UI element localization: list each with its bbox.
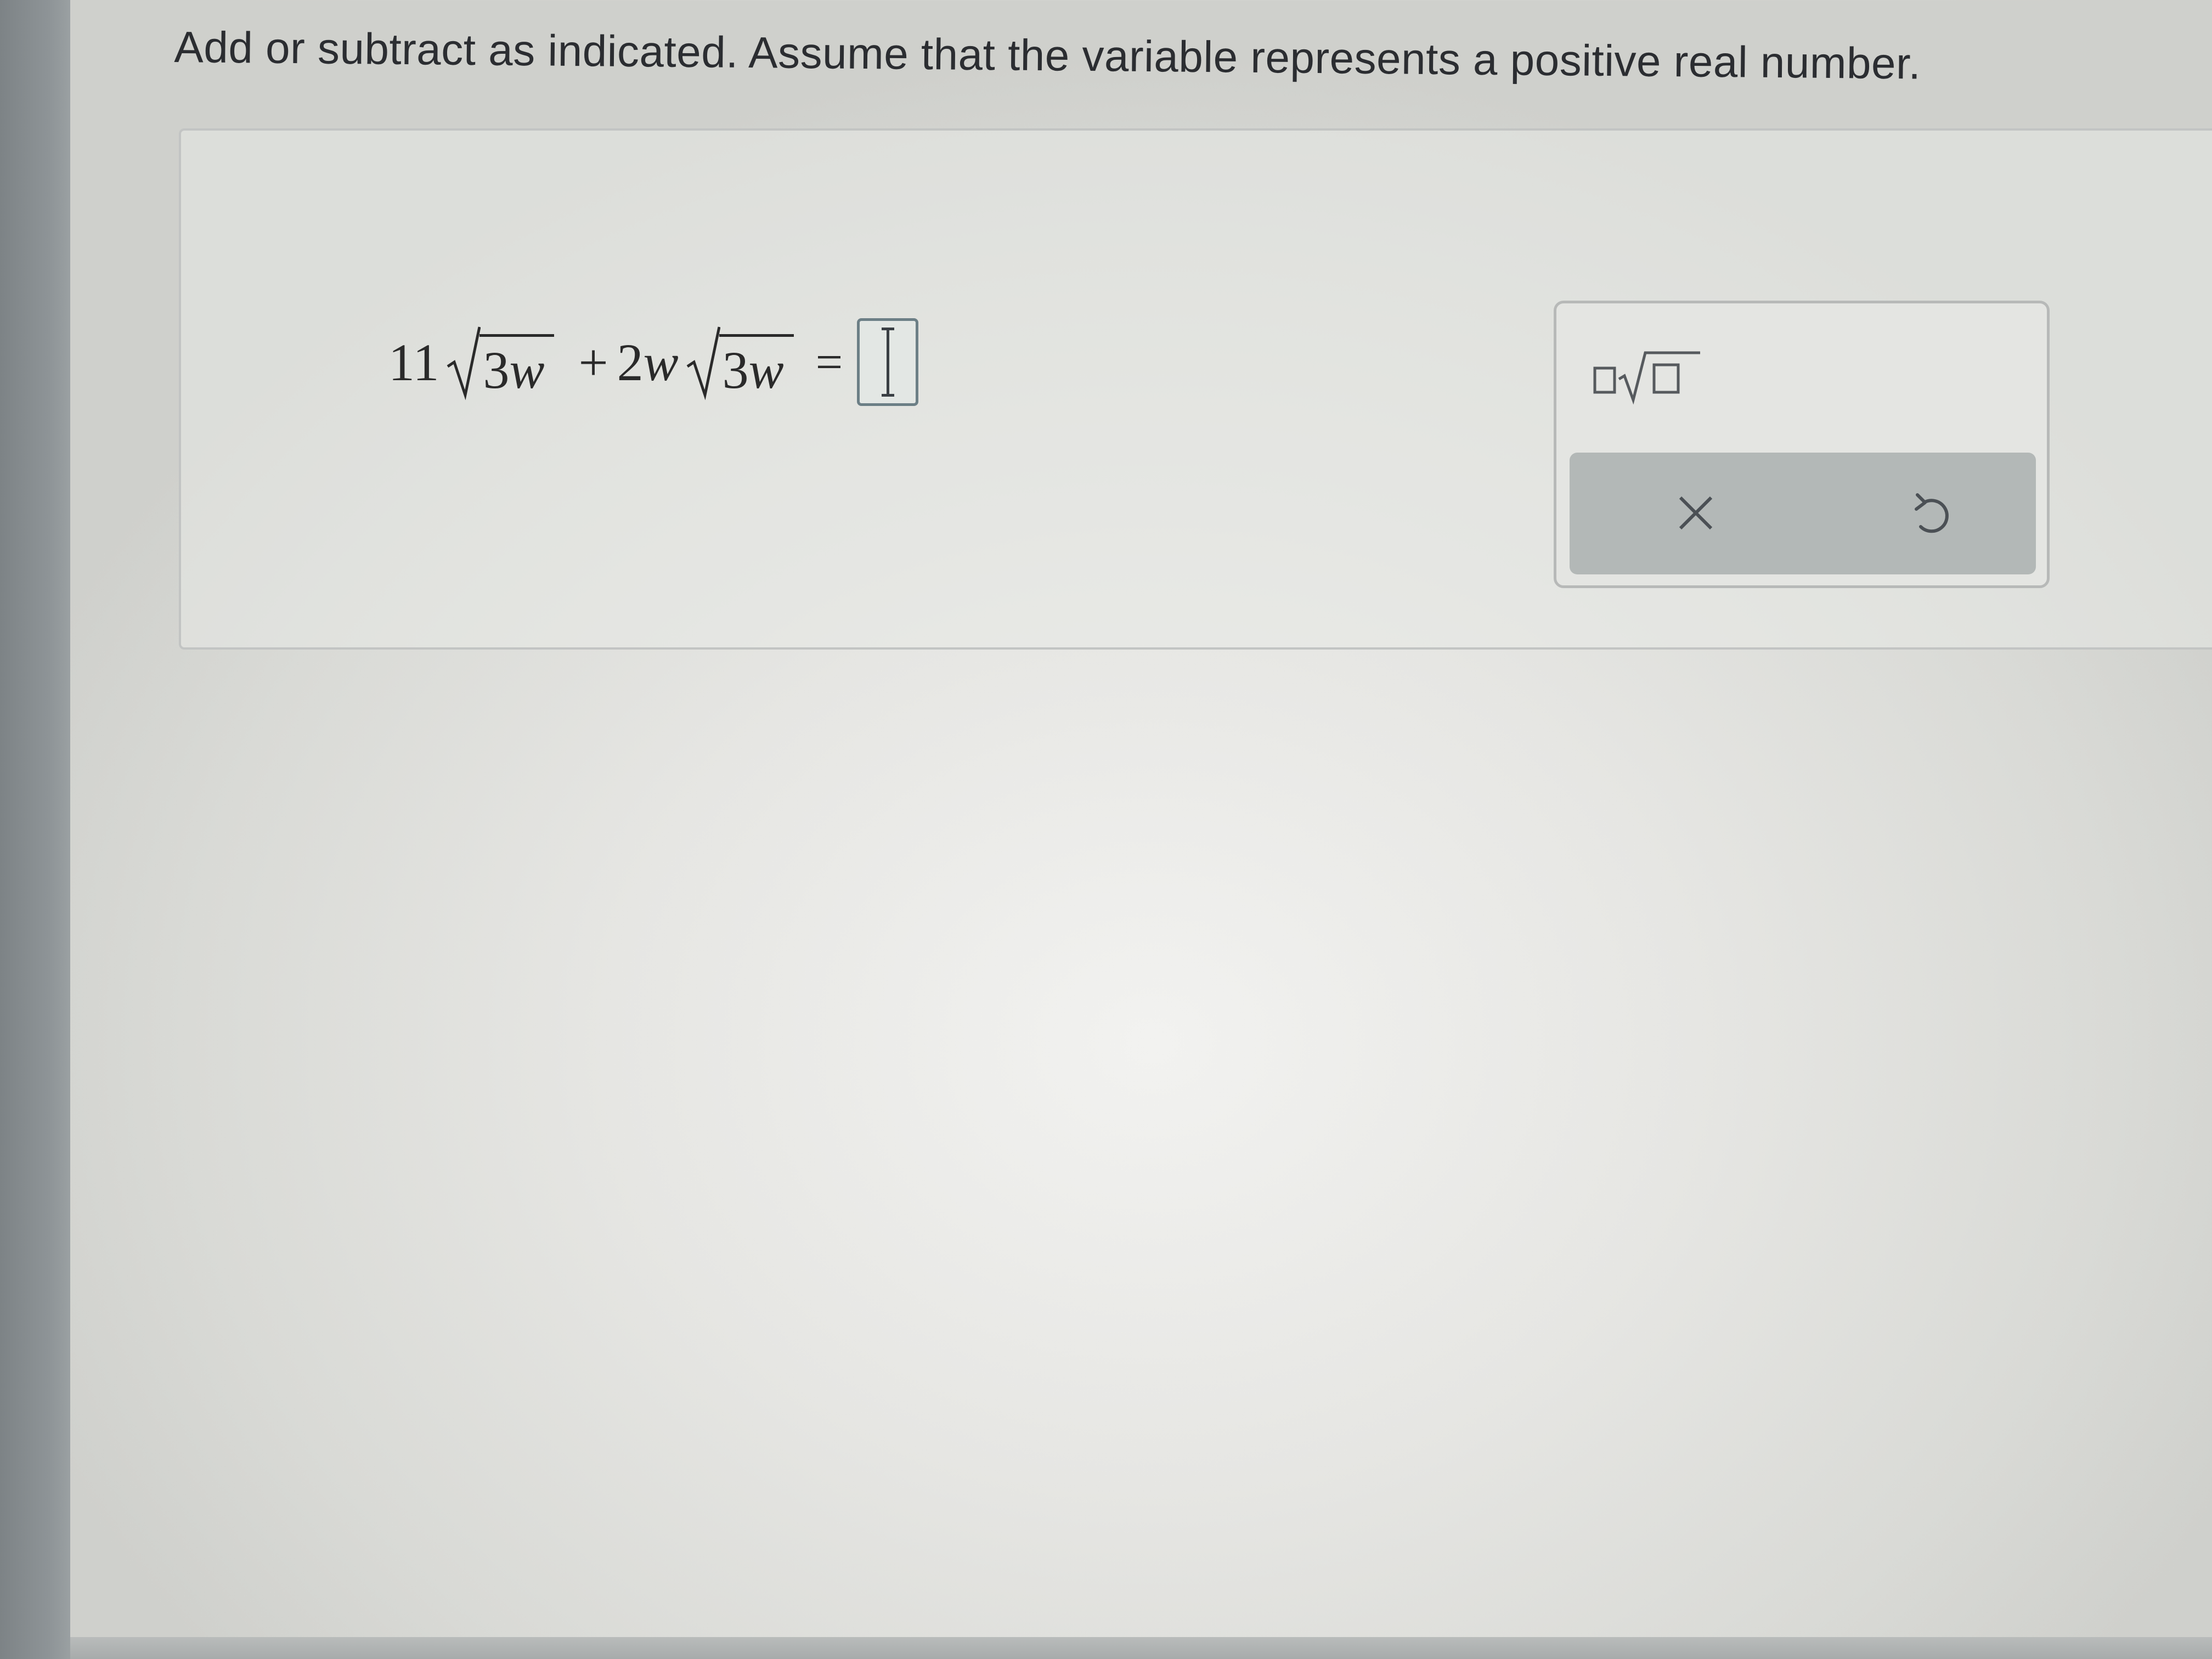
term1-radicand-variable: w	[509, 341, 545, 399]
term1-radicand-number: 3	[483, 341, 510, 399]
plus-operator: +	[578, 332, 608, 392]
term2-coefficient-variable: w	[643, 332, 679, 392]
term2-radicand-number: 3	[722, 341, 749, 399]
math-toolbar	[1554, 301, 2050, 588]
undo-button[interactable]	[1899, 480, 1965, 546]
coefficient-sqrt-template-button[interactable]	[1593, 343, 1702, 409]
radical-sign-icon	[686, 326, 720, 400]
term1-radicand: 3w	[479, 334, 555, 400]
equals-sign: =	[815, 335, 843, 389]
undo-icon	[1915, 493, 1949, 533]
bottom-edge	[70, 1637, 2212, 1659]
close-icon	[1679, 496, 1713, 530]
term2-coefficient-number: 2	[617, 332, 644, 392]
clear-button[interactable]	[1663, 480, 1729, 546]
answer-input[interactable]	[857, 318, 919, 406]
box-times-sqrt-box-icon	[1593, 351, 1700, 405]
radical-expression: 11 3w + 2w 3w =	[388, 307, 919, 417]
term2-coefficient: 2w	[617, 332, 679, 393]
term1-coefficient: 11	[388, 332, 439, 392]
left-edge	[0, 0, 70, 1659]
term2-radicand-variable: w	[748, 341, 784, 399]
term2-radicand: 3w	[719, 334, 794, 400]
term2-radical: 3w	[686, 324, 794, 400]
term1-radical: 3w	[447, 324, 555, 400]
radical-sign-icon	[447, 326, 481, 400]
text-cursor-icon	[882, 328, 895, 397]
problem-instructions: Add or subtract as indicated. Assume tha…	[174, 22, 1921, 88]
action-bar	[1570, 453, 2036, 574]
